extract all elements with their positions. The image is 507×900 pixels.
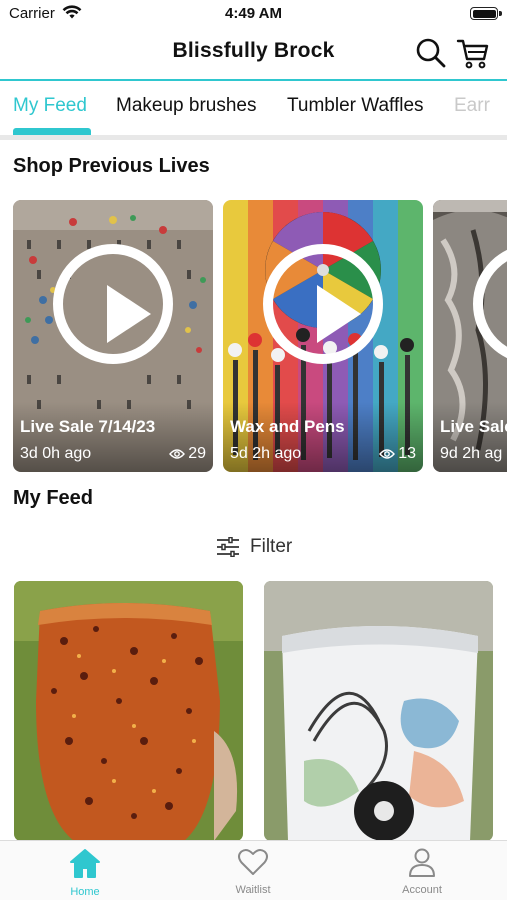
home-icon xyxy=(70,849,100,878)
status-bar: Carrier 4:49 AM xyxy=(0,0,507,28)
tab-my-feed[interactable]: My Feed xyxy=(13,95,87,117)
feed-item[interactable] xyxy=(264,581,493,841)
search-icon[interactable] xyxy=(415,37,447,69)
previous-lives-carousel: Live Sale 7/14/23 3d 0h ago 29 Wax and P… xyxy=(0,200,507,472)
play-icon[interactable] xyxy=(263,244,383,364)
live-age: 3d 0h ago xyxy=(20,445,92,462)
feed-title: My Feed xyxy=(13,487,94,509)
live-age: 9d 2h ag xyxy=(440,445,503,462)
product-image xyxy=(264,581,493,841)
live-card[interactable]: Live Sale 9d 2h ag xyxy=(433,200,507,472)
battery-icon xyxy=(470,7,498,20)
live-title: Wax and Pens xyxy=(230,417,345,436)
previous-lives-title: Shop Previous Lives xyxy=(13,155,210,177)
active-tab-indicator xyxy=(13,128,91,135)
tab-waitlist[interactable]: Waitlist xyxy=(203,847,303,896)
tab-tumbler-waffles[interactable]: Tumbler Waffles xyxy=(287,95,424,117)
view-count-value: 29 xyxy=(188,445,206,462)
view-count-value: 13 xyxy=(398,445,416,462)
user-icon xyxy=(409,848,435,877)
clock: 4:49 AM xyxy=(225,5,282,22)
tab-home-label: Home xyxy=(70,886,100,898)
eye-icon xyxy=(169,449,186,459)
tabs-divider xyxy=(0,135,507,140)
live-card[interactable]: Wax and Pens 5d 2h ago 13 xyxy=(223,200,423,472)
feed-item[interactable] xyxy=(14,581,243,841)
app-header: Blissfully Brock xyxy=(0,28,507,80)
live-age: 5d 2h ago xyxy=(230,445,302,462)
live-title: Live Sale 7/14/23 xyxy=(20,417,156,436)
tab-makeup-brushes[interactable]: Makeup brushes xyxy=(116,95,256,117)
eye-icon xyxy=(379,449,396,459)
live-card[interactable]: Live Sale 7/14/23 3d 0h ago 29 xyxy=(13,200,213,472)
battery-tip xyxy=(499,11,502,16)
view-count: 29 xyxy=(169,445,206,463)
play-icon[interactable] xyxy=(53,244,173,364)
product-image xyxy=(14,581,243,841)
category-tabs: My Feed Makeup brushes Tumbler Waffles E… xyxy=(0,81,507,135)
view-count: 13 xyxy=(379,445,416,463)
bottom-tab-bar: Home Waitlist Account xyxy=(0,840,507,900)
tab-account[interactable]: Account xyxy=(372,847,472,896)
live-title: Live Sale xyxy=(440,417,507,436)
filter-button[interactable]: Filter xyxy=(216,535,292,559)
tab-account-label: Account xyxy=(402,884,442,896)
filter-label: Filter xyxy=(250,536,293,557)
tab-home[interactable]: Home xyxy=(35,847,135,898)
tab-waitlist-label: Waitlist xyxy=(235,884,271,896)
cart-icon[interactable] xyxy=(456,36,490,70)
tab-earrings[interactable]: Earr xyxy=(454,95,490,117)
heart-icon xyxy=(238,848,268,875)
sliders-icon xyxy=(217,537,239,557)
